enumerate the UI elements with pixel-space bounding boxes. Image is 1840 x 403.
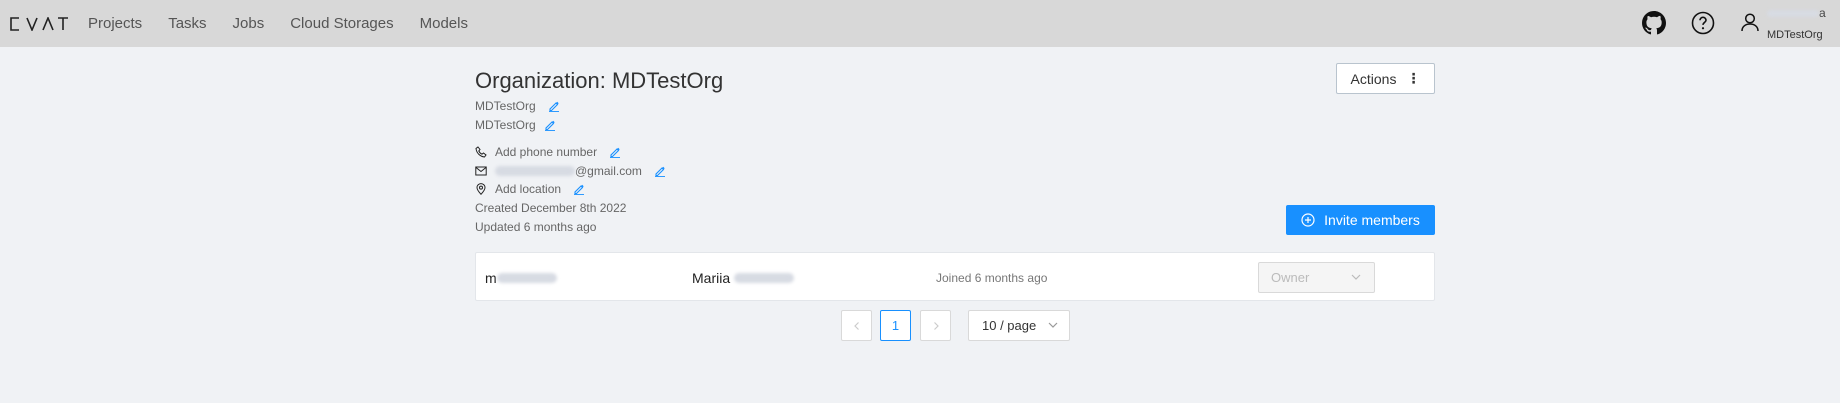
page-size-value: 10 / page: [982, 318, 1037, 333]
phone-placeholder: Add phone number: [495, 145, 598, 159]
member-joined: Joined 6 months ago: [936, 271, 1048, 285]
cvat-logo-mark: [10, 17, 68, 31]
email-local-part: [495, 166, 575, 176]
chevron-right-icon: [933, 321, 939, 330]
more-vertical-icon: ⋮: [1406, 70, 1421, 86]
member-full-name: Mariia: [692, 270, 795, 286]
member-role-select[interactable]: Owner: [1258, 262, 1375, 293]
org-description: MDTestOrg: [475, 118, 536, 132]
nav-tasks[interactable]: Tasks: [168, 15, 206, 32]
chevron-down-icon: [1048, 322, 1058, 328]
next-page-button[interactable]: [920, 310, 951, 341]
user-name: a: [1767, 6, 1826, 20]
page-size-select[interactable]: 10 / page: [968, 310, 1070, 341]
chevron-down-icon: [1351, 274, 1361, 280]
prev-page-button[interactable]: [841, 310, 872, 341]
edit-location-icon[interactable]: [573, 183, 585, 195]
email-domain: @gmail.com: [575, 164, 642, 178]
github-icon[interactable]: [1640, 9, 1668, 37]
cvat-logo[interactable]: [10, 15, 70, 33]
member-username: m: [485, 270, 557, 286]
plus-circle-icon: [1301, 213, 1315, 227]
invite-members-label: Invite members: [1324, 212, 1420, 228]
org-phone-row: Add phone number: [475, 145, 621, 159]
org-created: Created December 8th 2022: [475, 201, 627, 215]
top-bar: Projects Tasks Jobs Cloud Storages Model…: [0, 0, 1840, 47]
edit-short-name-icon[interactable]: [548, 100, 560, 112]
page-1-button[interactable]: 1: [880, 310, 911, 341]
nav-models[interactable]: Models: [420, 15, 468, 32]
actions-label: Actions: [1350, 70, 1397, 87]
actions-button[interactable]: Actions ⋮: [1336, 63, 1435, 94]
org-short-name-row: MDTestOrg: [475, 99, 560, 113]
location-icon: [476, 183, 486, 195]
user-menu[interactable]: a MDTestOrg: [1740, 5, 1840, 43]
edit-description-icon[interactable]: [544, 119, 556, 131]
org-updated: Updated 6 months ago: [475, 220, 597, 234]
edit-email-icon[interactable]: [654, 165, 666, 177]
member-role: Owner: [1271, 270, 1310, 285]
invite-members-button[interactable]: Invite members: [1286, 205, 1435, 235]
nav-jobs[interactable]: Jobs: [233, 15, 265, 32]
member-item: m Mariia Joined 6 months ago Owner: [475, 252, 1435, 301]
org-short-name: MDTestOrg: [475, 99, 536, 113]
org-email-row: @gmail.com: [475, 164, 666, 178]
phone-icon: [475, 146, 487, 158]
org-location-row: Add location: [475, 182, 585, 196]
edit-phone-icon[interactable]: [609, 146, 621, 158]
help-icon[interactable]: [1689, 9, 1717, 37]
nav-projects[interactable]: Projects: [88, 15, 142, 32]
mail-icon: [475, 166, 487, 176]
user-icon: [1740, 12, 1760, 35]
user-org: MDTestOrg: [1767, 29, 1823, 41]
chevron-left-icon: [853, 321, 859, 330]
main-nav: Projects Tasks Jobs Cloud Storages Model…: [88, 0, 494, 47]
org-description-row: MDTestOrg: [475, 118, 556, 132]
location-placeholder: Add location: [495, 182, 562, 196]
nav-cloud-storages[interactable]: Cloud Storages: [290, 15, 393, 32]
page-title: Organization: MDTestOrg: [475, 68, 724, 93]
